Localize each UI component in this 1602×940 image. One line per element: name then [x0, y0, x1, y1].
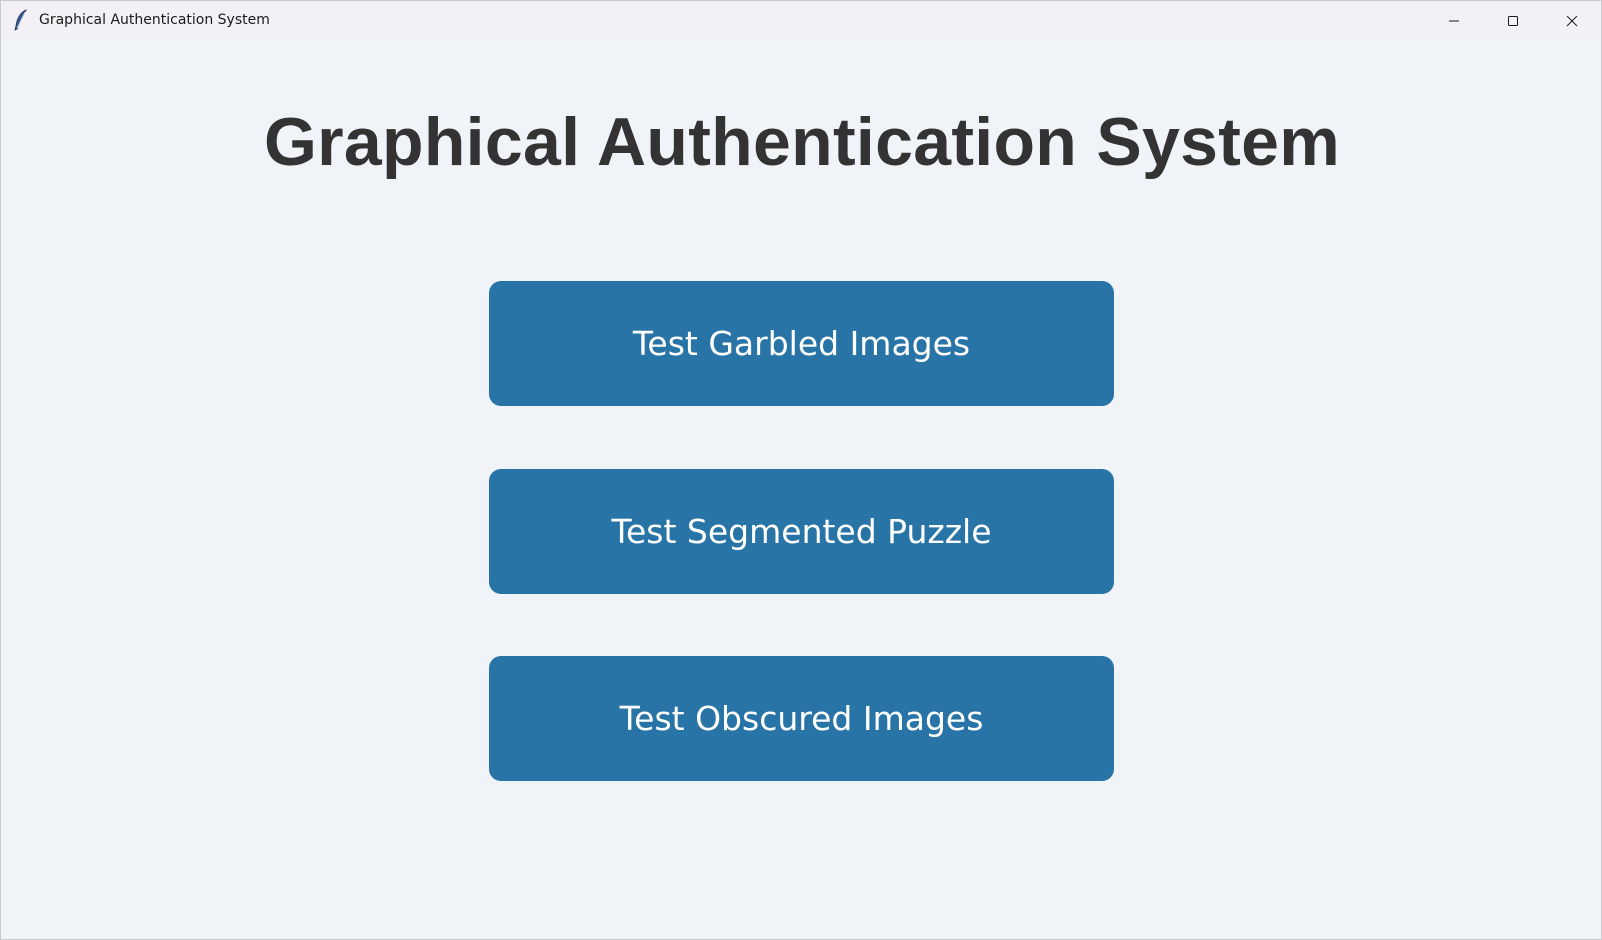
title-bar[interactable]: Graphical Authentication System	[1, 1, 1601, 41]
close-button[interactable]	[1543, 1, 1601, 41]
minimize-icon	[1449, 20, 1459, 22]
main-content: Graphical Authentication System Test Gar…	[1, 41, 1601, 939]
test-obscured-images-button[interactable]: Test Obscured Images	[489, 656, 1114, 781]
minimize-button[interactable]	[1425, 1, 1483, 41]
test-segmented-puzzle-button[interactable]: Test Segmented Puzzle	[489, 469, 1114, 594]
maximize-icon	[1508, 16, 1518, 26]
page-title: Graphical Authentication System	[263, 104, 1341, 180]
window-title: Graphical Authentication System	[39, 12, 270, 28]
feather-icon	[12, 9, 30, 31]
close-icon	[1566, 15, 1578, 27]
maximize-button[interactable]	[1484, 1, 1542, 41]
app-window: Graphical Authentication System Graphica…	[0, 0, 1602, 940]
test-garbled-images-button[interactable]: Test Garbled Images	[489, 281, 1114, 406]
